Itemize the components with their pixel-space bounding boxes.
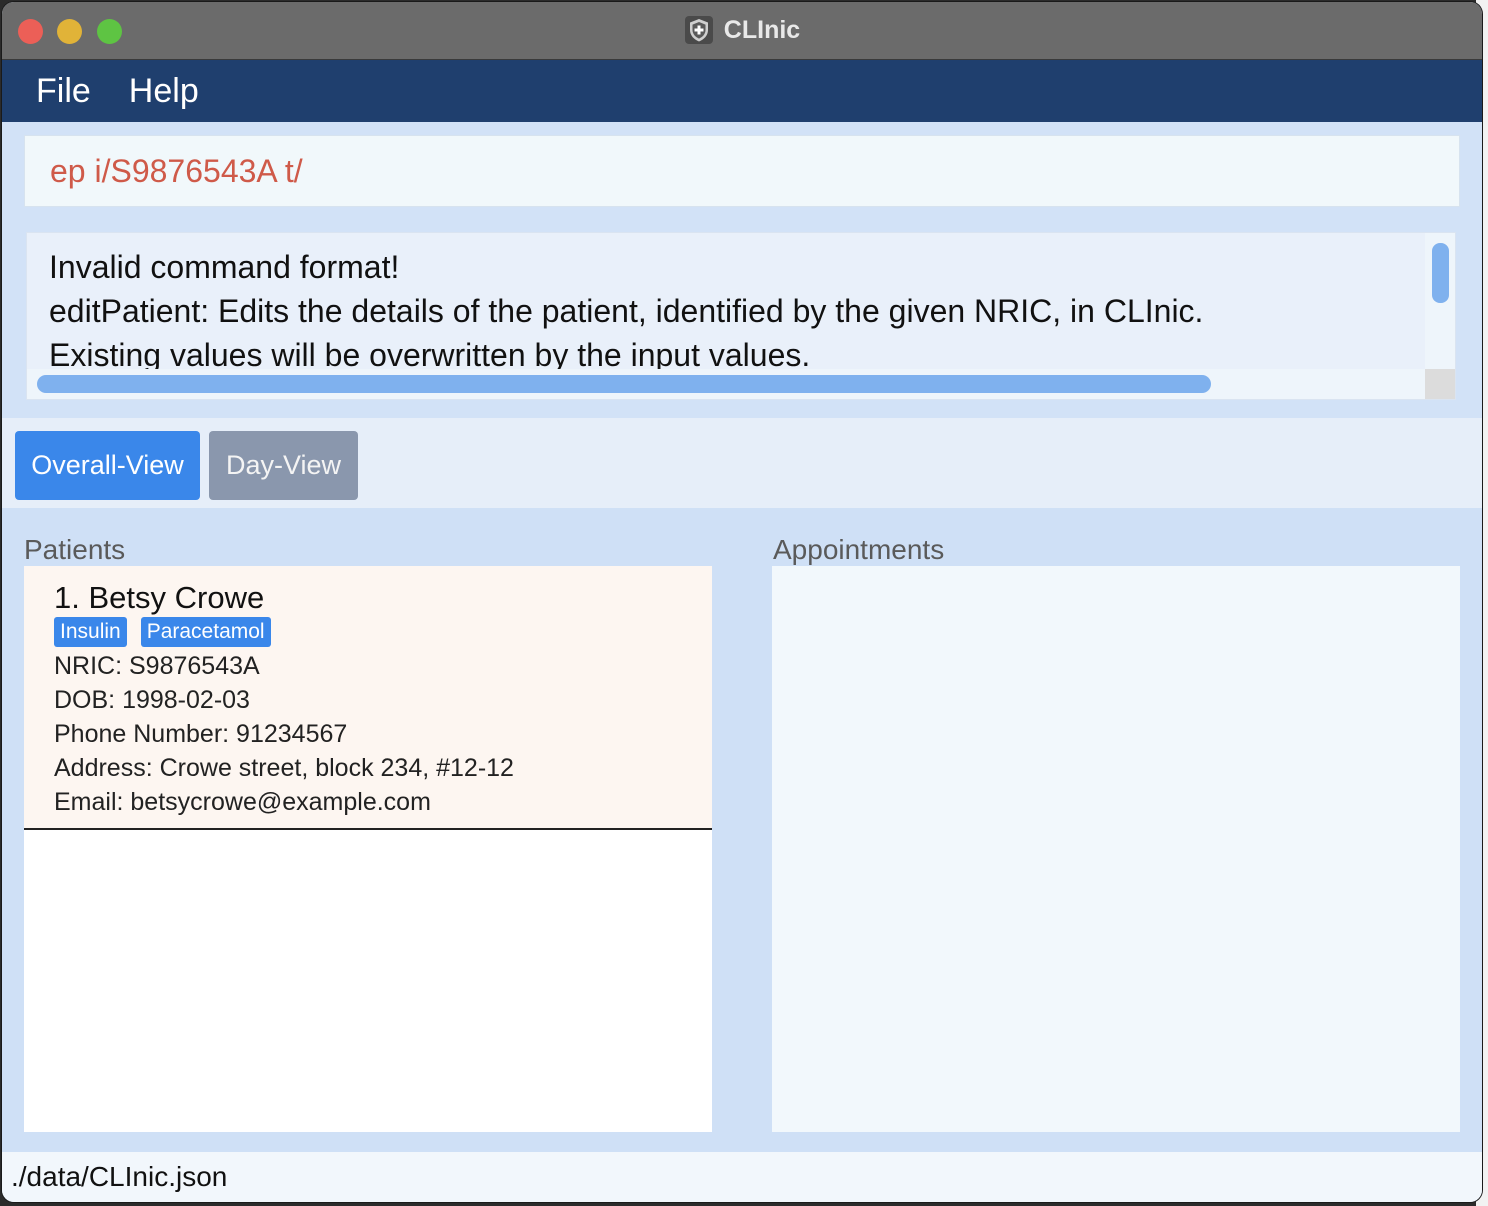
result-line: editPatient: Edits the details of the pa…: [49, 293, 1204, 329]
shield-cross-icon: [684, 16, 713, 44]
patients-panel-title: Patients: [24, 534, 126, 565]
tab-overall-view[interactable]: Overall-View: [15, 431, 200, 500]
patient-email: Email: betsycrowe@example.com: [54, 788, 431, 816]
result-area: Invalid command format! editPatient: Edi…: [2, 218, 1482, 418]
patient-card[interactable]: 1. Betsy Crowe Insulin Paracetamol NRIC:…: [24, 566, 712, 830]
command-area: ep i/S9876543A t/: [2, 122, 1482, 218]
horizontal-scrollbar[interactable]: [27, 369, 1427, 399]
menu-file[interactable]: File: [18, 72, 109, 111]
result-text: Invalid command format! editPatient: Edi…: [49, 245, 1203, 377]
tag-badge: Insulin: [54, 617, 127, 647]
appointments-panel-title: Appointments: [773, 534, 945, 565]
data-file-path: ./data/CLInic.json: [11, 1161, 228, 1192]
patients-list[interactable]: 1. Betsy Crowe Insulin Paracetamol NRIC:…: [24, 566, 712, 1132]
result-line: Invalid command format!: [49, 249, 400, 285]
patient-nric: NRIC: S9876543A: [54, 652, 260, 680]
vertical-scrollbar-thumb[interactable]: [1432, 243, 1449, 303]
command-input-text[interactable]: ep i/S9876543A t/: [50, 153, 303, 190]
patient-name-row: 1. Betsy Crowe: [54, 580, 264, 616]
patient-address: Address: Crowe street, block 234, #12-12: [54, 754, 514, 782]
status-bar: ./data/CLInic.json: [2, 1152, 1482, 1202]
appointments-list[interactable]: [772, 566, 1460, 1132]
view-tabs: Overall-View Day-View: [2, 418, 1482, 508]
menu-help[interactable]: Help: [111, 72, 217, 111]
menu-bar: File Help: [2, 60, 1482, 122]
patient-tags: Insulin Paracetamol: [54, 617, 271, 647]
tag-badge: Paracetamol: [140, 617, 271, 647]
scrollbar-corner: [1425, 369, 1455, 399]
patient-name: Betsy Crowe: [88, 580, 265, 615]
result-display[interactable]: Invalid command format! editPatient: Edi…: [26, 232, 1456, 400]
horizontal-scrollbar-thumb[interactable]: [37, 375, 1211, 393]
vertical-scrollbar[interactable]: [1425, 233, 1455, 371]
title-bar[interactable]: CLInic: [2, 2, 1482, 60]
main-content: Patients Appointments 1. Betsy Crowe Ins…: [2, 508, 1482, 1152]
patient-phone: Phone Number: 91234567: [54, 720, 348, 748]
tab-day-view[interactable]: Day-View: [209, 431, 358, 500]
patient-dob: DOB: 1998-02-03: [54, 686, 250, 714]
window-title: CLInic: [723, 15, 801, 44]
patient-index: 1.: [54, 580, 80, 615]
command-input[interactable]: ep i/S9876543A t/: [24, 135, 1460, 207]
app-window: CLInic File Help ep i/S9876543A t/ Inval…: [2, 2, 1482, 1202]
